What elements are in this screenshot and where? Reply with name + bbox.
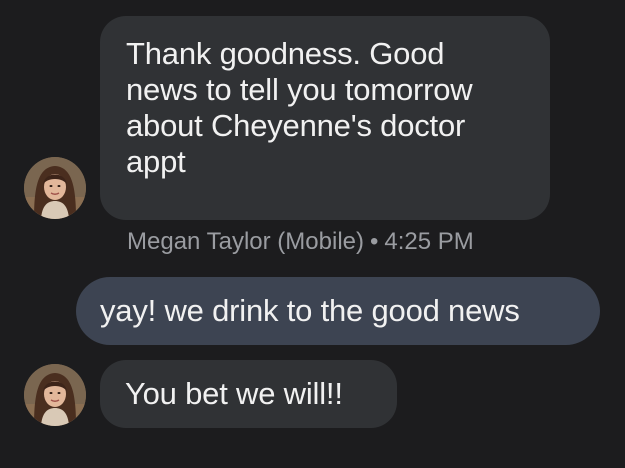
contact-avatar[interactable] (24, 364, 86, 426)
message-text: yay! we drink to the good news (100, 293, 520, 328)
message-text: You bet we will!! (125, 376, 343, 411)
avatar-photo-icon (24, 157, 86, 219)
sender-name: Megan Taylor (Mobile) (127, 228, 364, 255)
message-text: Thank goodness. Good news to tell you to… (126, 36, 473, 179)
message-time: 4:25 PM (384, 228, 474, 255)
contact-avatar[interactable] (24, 157, 86, 219)
avatar-photo-icon (24, 364, 86, 426)
incoming-message-bubble[interactable]: Thank goodness. Good news to tell you to… (100, 16, 550, 220)
outgoing-message-bubble[interactable]: yay! we drink to the good news (76, 277, 600, 345)
message-meta: Megan Taylor (Mobile) • 4:25 PM (127, 227, 474, 257)
meta-separator: • (370, 228, 379, 255)
incoming-message-bubble[interactable]: You bet we will!! (100, 360, 397, 428)
